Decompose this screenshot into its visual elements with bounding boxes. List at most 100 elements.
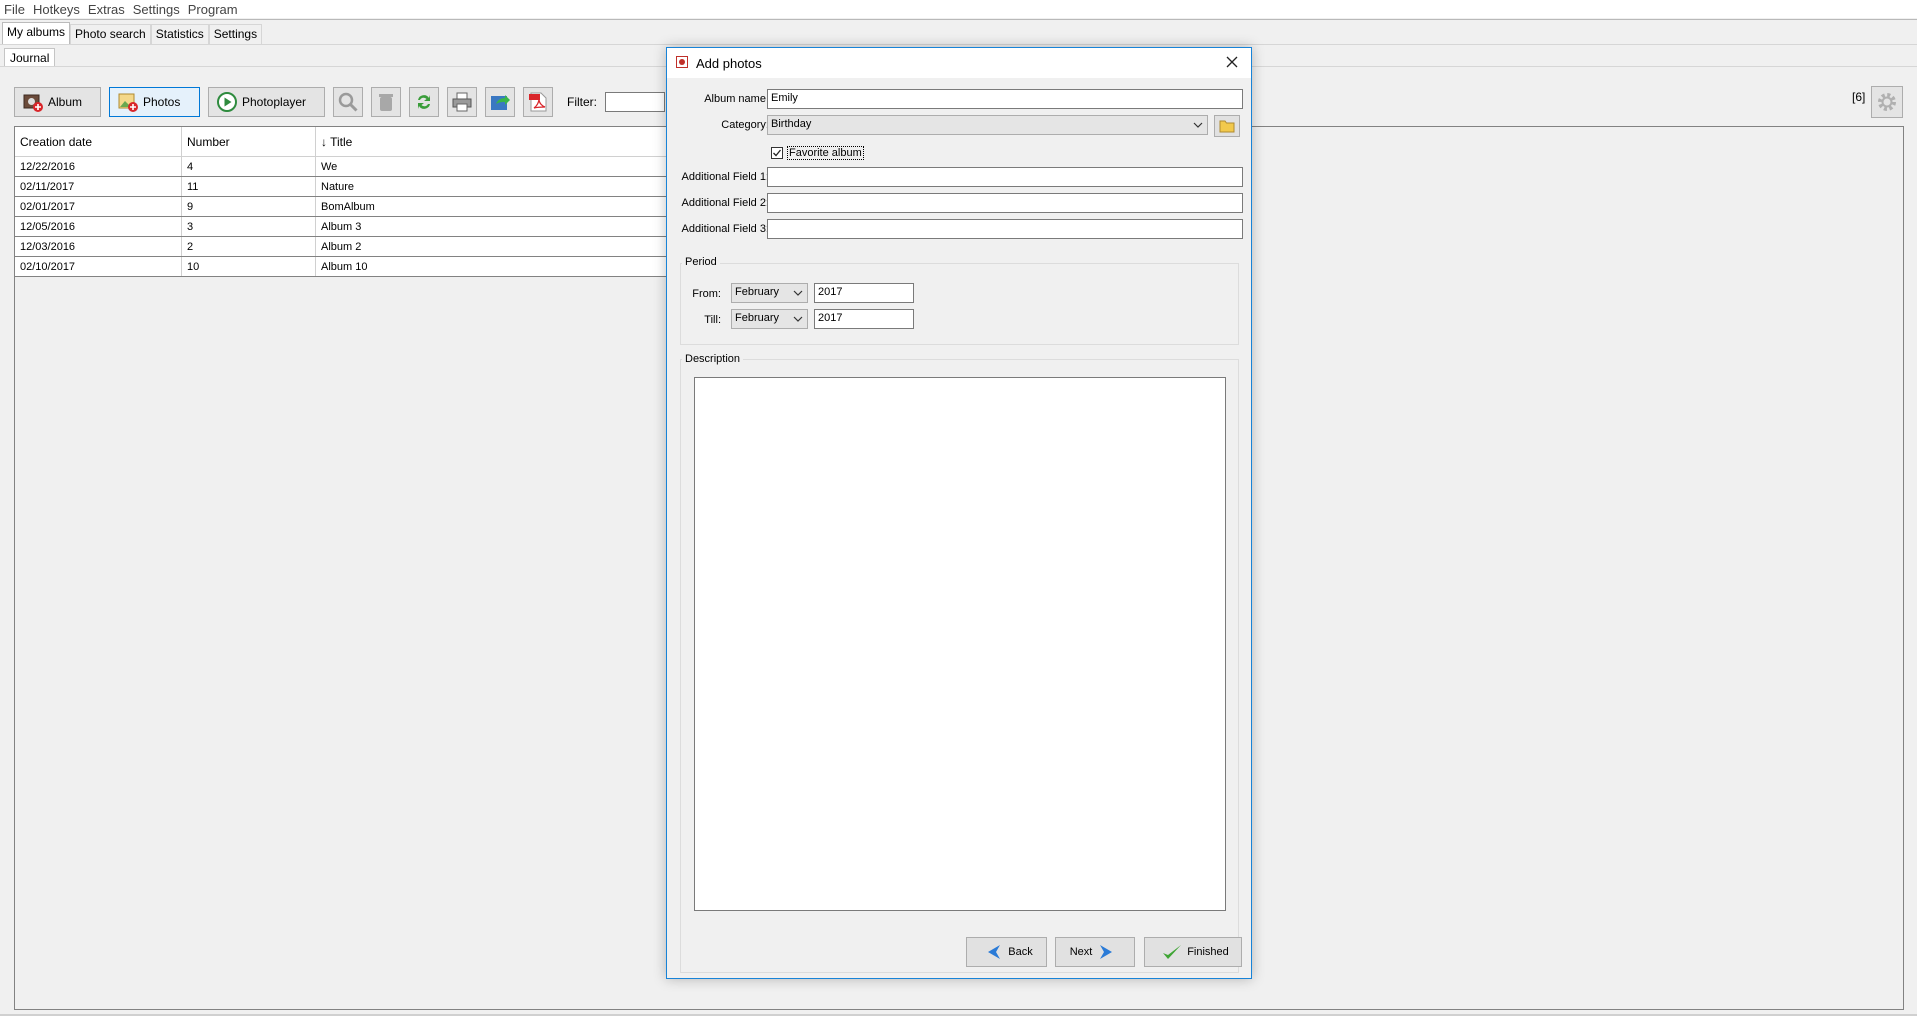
category-value: Birthday bbox=[771, 118, 812, 130]
menu-settings[interactable]: Settings bbox=[129, 2, 184, 17]
period-title: Period bbox=[682, 256, 720, 268]
photoplayer-button[interactable]: Photoplayer bbox=[208, 87, 325, 117]
folder-icon bbox=[1219, 120, 1235, 133]
gear-icon bbox=[1878, 93, 1896, 111]
header-creation-date[interactable]: Creation date bbox=[15, 127, 182, 157]
till-month-select[interactable]: February bbox=[731, 309, 808, 329]
additional-field-1-input[interactable] bbox=[767, 167, 1243, 187]
header-title[interactable]: ↓ Title bbox=[315, 127, 727, 157]
cell-date: 12/05/2016 bbox=[15, 216, 182, 237]
print-button[interactable] bbox=[447, 87, 477, 117]
additional-field-2-input[interactable] bbox=[767, 193, 1243, 213]
favorite-album-label[interactable]: Favorite album bbox=[787, 146, 864, 160]
tab-divider bbox=[0, 44, 1917, 45]
table-row[interactable]: 12/03/2016 2 Album 2 bbox=[15, 236, 727, 257]
refresh-icon bbox=[418, 95, 430, 109]
additional-field-3-label: Additional Field 3: bbox=[681, 223, 769, 235]
printer-icon bbox=[452, 92, 472, 112]
play-icon bbox=[216, 91, 238, 113]
description-textarea[interactable] bbox=[694, 377, 1226, 911]
cell-number: 3 bbox=[181, 216, 316, 237]
chevron-down-icon bbox=[1193, 122, 1203, 128]
till-month-value: February bbox=[735, 312, 780, 324]
cell-title: BomAlbum bbox=[315, 196, 727, 217]
cell-number: 4 bbox=[181, 156, 316, 177]
menu-program[interactable]: Program bbox=[184, 2, 242, 17]
cell-title: We bbox=[315, 156, 727, 177]
album-count: [6] bbox=[1852, 90, 1866, 104]
finished-button[interactable]: Finished bbox=[1144, 937, 1242, 967]
pdf-icon bbox=[529, 92, 547, 112]
header-number[interactable]: Number bbox=[181, 127, 316, 157]
dialog-title: Add photos bbox=[696, 56, 762, 71]
album-name-input[interactable]: Emily bbox=[767, 89, 1243, 109]
tab-photo-search[interactable]: Photo search bbox=[70, 24, 151, 44]
from-year-input[interactable]: 2017 bbox=[814, 283, 914, 303]
album-button-label: Album bbox=[48, 95, 83, 109]
table-row[interactable]: 12/05/2016 3 Album 3 bbox=[15, 216, 727, 237]
menu-bar: File Hotkeys Extras Settings Program bbox=[0, 0, 1917, 20]
toolbar: Album Photos Photoplayer Filter: bbox=[14, 86, 665, 118]
tab-journal[interactable]: Journal bbox=[4, 48, 56, 67]
filter-label: Filter: bbox=[567, 95, 597, 109]
from-month-select[interactable]: February bbox=[731, 283, 808, 303]
tab-statistics[interactable]: Statistics bbox=[150, 24, 209, 44]
checkmark-icon bbox=[773, 149, 782, 157]
app-icon bbox=[676, 56, 688, 68]
cell-date: 02/11/2017 bbox=[15, 176, 182, 197]
filter-input[interactable] bbox=[605, 92, 665, 112]
category-label: Category: bbox=[721, 119, 769, 131]
description-title: Description bbox=[682, 353, 744, 365]
refresh-button[interactable] bbox=[409, 87, 439, 117]
photos-add-icon bbox=[117, 91, 139, 113]
category-folder-button[interactable] bbox=[1214, 115, 1240, 137]
main-tabs: My albums Photo search Statistics Settin… bbox=[2, 22, 263, 44]
back-button[interactable]: Back bbox=[966, 937, 1047, 967]
favorite-album-checkbox[interactable] bbox=[771, 147, 783, 159]
table-row[interactable]: 12/22/2016 4 We bbox=[15, 156, 727, 177]
chevron-down-icon bbox=[793, 316, 803, 322]
cell-title: Album 3 bbox=[315, 216, 727, 237]
export-button[interactable] bbox=[485, 87, 515, 117]
pdf-button[interactable] bbox=[523, 87, 553, 117]
cell-title: Album 10 bbox=[315, 256, 727, 277]
add-photos-button[interactable]: Photos bbox=[109, 87, 200, 117]
sub-tabs: Journal bbox=[4, 48, 56, 67]
period-group bbox=[680, 263, 1239, 345]
table-row[interactable]: 02/11/2017 11 Nature bbox=[15, 176, 727, 197]
trash-icon bbox=[379, 94, 393, 111]
tab-my-albums[interactable]: My albums bbox=[2, 22, 71, 44]
photoplayer-button-label: Photoplayer bbox=[242, 95, 307, 109]
next-button[interactable]: Next bbox=[1055, 937, 1135, 967]
table-row[interactable]: 02/01/2017 9 BomAlbum bbox=[15, 196, 727, 217]
additional-field-3-input[interactable] bbox=[767, 219, 1243, 239]
cell-number: 9 bbox=[181, 196, 316, 217]
cell-number: 10 bbox=[181, 256, 316, 277]
photos-button-label: Photos bbox=[143, 95, 181, 109]
cell-date: 12/03/2016 bbox=[15, 236, 182, 257]
checkmark-icon bbox=[1163, 945, 1182, 959]
from-month-value: February bbox=[735, 286, 780, 298]
close-icon[interactable] bbox=[1224, 54, 1240, 70]
delete-button[interactable] bbox=[371, 87, 401, 117]
cell-title: Album 2 bbox=[315, 236, 727, 257]
add-photos-dialog: Add photos Album name: Emily Category: B… bbox=[666, 47, 1252, 979]
menu-file[interactable]: File bbox=[0, 2, 29, 17]
from-label: From: bbox=[692, 288, 721, 300]
menu-hotkeys[interactable]: Hotkeys bbox=[29, 2, 84, 17]
cell-date: 12/22/2016 bbox=[15, 156, 182, 177]
tab-settings[interactable]: Settings bbox=[208, 24, 263, 44]
category-select[interactable]: Birthday bbox=[767, 115, 1208, 135]
magnifier-icon bbox=[338, 92, 358, 112]
menu-extras[interactable]: Extras bbox=[84, 2, 129, 17]
add-album-button[interactable]: Album bbox=[14, 87, 101, 117]
cell-number: 11 bbox=[181, 176, 316, 197]
chevron-down-icon bbox=[793, 290, 803, 296]
till-year-input[interactable]: 2017 bbox=[814, 309, 914, 329]
cell-number: 2 bbox=[181, 236, 316, 257]
search-button[interactable] bbox=[333, 87, 363, 117]
table-row[interactable]: 02/10/2017 10 Album 10 bbox=[15, 256, 727, 277]
album-table: Creation date Number ↓ Title 12/22/2016 4… bbox=[15, 127, 727, 277]
cell-date: 02/01/2017 bbox=[15, 196, 182, 217]
settings-button[interactable] bbox=[1871, 86, 1903, 118]
